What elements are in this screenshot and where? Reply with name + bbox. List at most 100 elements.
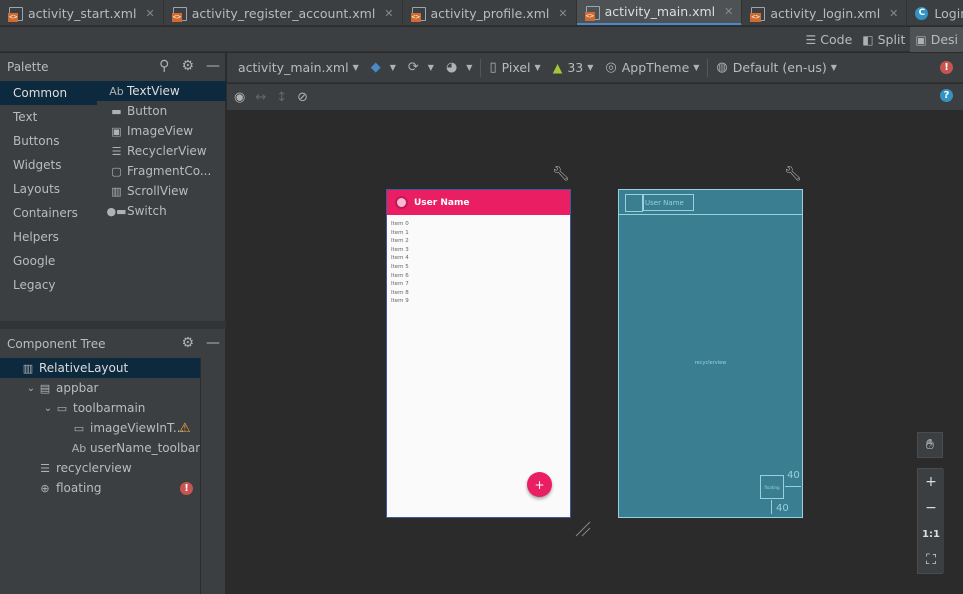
warning-icon[interactable]: ⚠: [179, 421, 191, 436]
close-icon[interactable]: ✕: [889, 7, 898, 20]
list-item[interactable]: Item 4: [391, 254, 409, 263]
tree-item-recyclerview[interactable]: ☰ recyclerview: [0, 458, 201, 478]
margin-end-arrow: [785, 486, 801, 487]
palette-item-button[interactable]: ▬ Button: [97, 101, 226, 121]
preview-appbar[interactable]: User Name: [387, 190, 570, 215]
palette-category-helpers[interactable]: Helpers: [0, 225, 97, 249]
zoom-to-fit-icon[interactable]: ⛶: [918, 547, 944, 573]
vertical-resize-icon[interactable]: ↕: [276, 90, 287, 105]
list-item[interactable]: Item 7: [391, 280, 409, 289]
theme-dropdown[interactable]: ◎ AppTheme ▼: [599, 53, 705, 83]
list-item[interactable]: Item 3: [391, 246, 409, 255]
tab-activity-start-xml[interactable]: activity_start.xml ✕: [0, 0, 164, 25]
list-item[interactable]: Item 5: [391, 263, 409, 272]
design-surface-dropdown[interactable]: ◆ ▼: [365, 53, 402, 83]
palette-item-fragmentco-[interactable]: ▢ FragmentCo...: [97, 161, 226, 181]
tab-activity-main-xml[interactable]: activity_main.xml ✕: [576, 0, 743, 25]
wrench-icon[interactable]: 🔧︎: [784, 166, 802, 182]
zoom-actual-size-button[interactable]: 1:1: [918, 521, 944, 547]
zoom-controls: + − 1:1 ⛶: [917, 468, 944, 574]
night-mode-dropdown[interactable]: ◕ ▼: [440, 53, 479, 83]
palette-category-widgets[interactable]: Widgets: [0, 153, 97, 177]
list-item[interactable]: Item 6: [391, 272, 409, 281]
close-icon[interactable]: ✕: [145, 7, 154, 20]
search-icon[interactable]: ⚲: [159, 58, 169, 74]
close-icon[interactable]: ✕: [724, 5, 733, 18]
zoom-toolbar: ✋︎ + − 1:1 ⛶: [917, 432, 944, 574]
list-item[interactable]: Item 9: [391, 297, 409, 306]
tree-item-username-toolbar[interactable]: Ab userName_toolbar: [0, 438, 201, 458]
locale-dropdown[interactable]: ◍ Default (en-us) ▼: [710, 53, 842, 83]
list-item[interactable]: Item 2: [391, 237, 409, 246]
view-type-icon: ▤: [39, 381, 51, 395]
palette-item-recyclerview[interactable]: ☰ RecyclerView: [97, 141, 226, 161]
error-icon[interactable]: !: [940, 61, 953, 74]
palette-item-scrollview[interactable]: ▥ ScrollView: [97, 181, 226, 201]
tab-activity-register-account-xml[interactable]: activity_register_account.xml ✕: [164, 0, 403, 25]
preview-username[interactable]: User Name: [414, 198, 469, 208]
tab-activity-profile-xml[interactable]: activity_profile.xml ✕: [403, 0, 577, 25]
blueprint-appbar[interactable]: User Name: [619, 190, 802, 215]
tree-item-appbar[interactable]: ⌄ ▤ appbar: [0, 378, 201, 398]
eye-icon[interactable]: ◉: [234, 90, 245, 105]
gear-icon[interactable]: ⚙: [181, 335, 194, 351]
blueprint-imageview[interactable]: [625, 194, 643, 212]
design-mode-button[interactable]: ▣ Desi: [910, 27, 963, 52]
palette-item-imageview[interactable]: ▣ ImageView: [97, 121, 226, 141]
chevron-down-icon[interactable]: ⌄: [25, 383, 37, 394]
wrench-icon[interactable]: 🔧︎: [552, 166, 570, 182]
magnet-off-icon[interactable]: ⊘: [297, 90, 308, 105]
palette-item-switch[interactable]: ●▬ Switch: [97, 201, 226, 221]
close-icon[interactable]: ✕: [558, 7, 567, 20]
blueprint-fab[interactable]: floating: [760, 475, 784, 499]
minimize-icon[interactable]: —: [206, 335, 220, 351]
palette-category-text[interactable]: Text: [0, 105, 97, 129]
file-dropdown[interactable]: activity_main.xml ▼: [227, 53, 365, 83]
gear-icon[interactable]: ⚙: [181, 58, 194, 74]
palette-category-layouts[interactable]: Layouts: [0, 177, 97, 201]
tree-item-label: toolbarmain: [73, 401, 146, 415]
tree-item-floating[interactable]: ⊕ floating!: [0, 478, 201, 498]
help-icon[interactable]: ?: [940, 89, 953, 102]
palette-category-buttons[interactable]: Buttons: [0, 129, 97, 153]
device-dropdown[interactable]: ▯ Pixel ▼: [483, 53, 546, 83]
minimize-icon[interactable]: —: [206, 58, 220, 74]
code-mode-button[interactable]: ☰ Code: [801, 27, 858, 52]
split-mode-button[interactable]: ◧ Split: [857, 27, 910, 52]
close-icon[interactable]: ✕: [384, 7, 393, 20]
tree-item-relativelayout[interactable]: ▥ RelativeLayout: [0, 358, 201, 378]
zoom-out-icon[interactable]: −: [918, 495, 944, 521]
palette-item-textview[interactable]: Ab TextView: [97, 81, 226, 101]
palette-category-common[interactable]: Common: [0, 81, 97, 105]
error-icon[interactable]: !: [180, 481, 193, 495]
preview-fab[interactable]: +: [527, 472, 552, 497]
horizontal-resize-icon[interactable]: ↔: [255, 90, 266, 105]
api-level-dropdown[interactable]: ▲ 33 ▼: [547, 53, 600, 83]
tab-label: activity_start.xml: [28, 5, 137, 21]
list-item[interactable]: Item 8: [391, 289, 409, 298]
palette-category-legacy[interactable]: Legacy: [0, 273, 97, 297]
orientation-dropdown[interactable]: ⟳ ▼: [402, 53, 440, 83]
list-item[interactable]: Item 1: [391, 229, 409, 238]
blueprint-preview[interactable]: User Name recyclerview floating 40 40: [618, 189, 803, 518]
palette-category-containers[interactable]: Containers: [0, 201, 97, 225]
design-preview[interactable]: User Name Item 0 Item 1 Item 2 Item 3 Item 4…: [386, 189, 571, 518]
resize-handle-icon[interactable]: [574, 520, 592, 538]
tree-item-imageviewint-[interactable]: ▭ imageViewInT... ⚠: [0, 418, 201, 438]
pan-hand-icon[interactable]: ✋︎: [917, 432, 943, 458]
tree-item-toolbarmain[interactable]: ⌄ ▭ toolbarmain: [0, 398, 201, 418]
tab-activity-login-xml[interactable]: activity_login.xml ✕: [742, 0, 908, 25]
xml-file-icon: [410, 6, 426, 22]
tab-loginactivity-java[interactable]: C LoginActivity.java: [907, 0, 963, 25]
xml-file-icon: [171, 6, 187, 22]
design-canvas[interactable]: [227, 110, 963, 594]
panel-splitter[interactable]: [0, 321, 226, 329]
avatar[interactable]: [395, 196, 408, 209]
palette-category-google[interactable]: Google: [0, 249, 97, 273]
preview-recyclerview[interactable]: Item 0 Item 1 Item 2 Item 3 Item 4 Item 5 Item…: [391, 220, 409, 306]
blueprint-username[interactable]: User Name: [643, 194, 694, 211]
list-item[interactable]: Item 0: [391, 220, 409, 229]
zoom-in-icon[interactable]: +: [918, 469, 944, 495]
chevron-down-icon[interactable]: ⌄: [42, 403, 54, 414]
chevron-down-icon: ▼: [693, 63, 700, 72]
